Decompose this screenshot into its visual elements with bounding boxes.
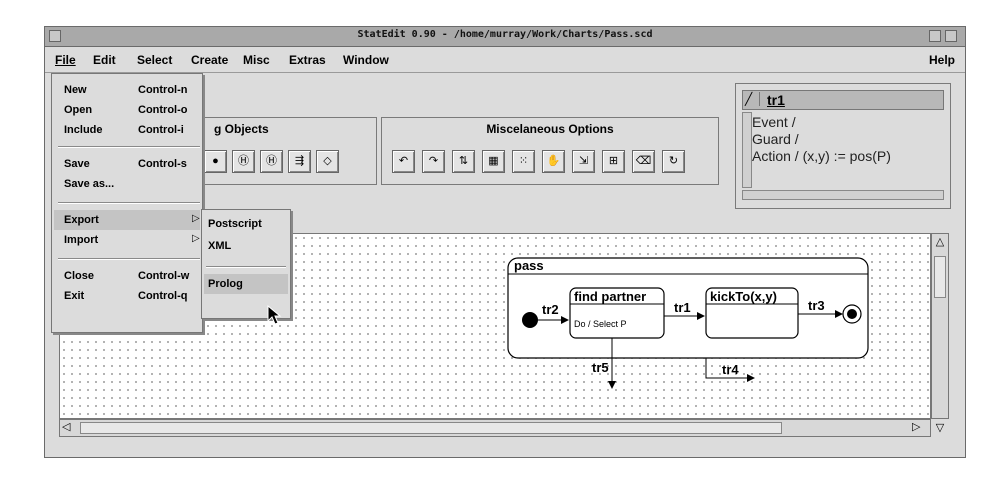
hierarchy-icon[interactable]: ⊞ [602, 150, 625, 173]
undo-icon[interactable]: ↶ [392, 150, 415, 173]
menu-item-import[interactable]: Import [64, 234, 98, 246]
align-icon[interactable]: ⇅ [452, 150, 475, 173]
menu-edit[interactable]: Edit [93, 53, 116, 67]
menu-item-close[interactable]: Close [64, 270, 94, 282]
menu-window[interactable]: Window [343, 53, 389, 67]
props-hscroll[interactable] [742, 190, 944, 200]
submenu-arrow-icon: ▷ [192, 213, 200, 224]
shortcut-close: Control-w [138, 270, 190, 282]
menu-extras[interactable]: Extras [289, 53, 326, 67]
drawing-objects-panel: g Objects ● Ⓗ Ⓗ ⇶ ◇ [175, 117, 377, 185]
fork-join-icon[interactable]: ⇶ [288, 150, 311, 173]
menu-bar: File Edit Select Create Misc Extras Wind… [45, 47, 965, 73]
menu-item-save[interactable]: Save [64, 158, 90, 170]
transition-name-field[interactable]: ╱ tr1 [742, 90, 944, 110]
props-vscroll[interactable] [742, 112, 752, 188]
menu-misc[interactable]: Misc [243, 53, 270, 67]
maximize-button[interactable] [945, 30, 957, 42]
horizontal-scroll-thumb[interactable] [80, 422, 782, 434]
grid-icon[interactable]: ▦ [482, 150, 505, 173]
shortcut-include: Control-i [138, 124, 184, 136]
kickto-label: kickTo(x,y) [710, 289, 777, 304]
submenu-arrow-icon: ▷ [192, 233, 200, 244]
menu-separator [206, 266, 286, 268]
guard-line: Guard / [752, 131, 799, 147]
find-partner-action: Do / Select P [574, 319, 627, 329]
menu-item-open[interactable]: Open [64, 104, 92, 116]
menu-item-save-as[interactable]: Save as... [64, 178, 114, 190]
eraser-icon[interactable]: ⌫ [632, 150, 655, 173]
menu-separator [58, 258, 200, 260]
menu-select[interactable]: Select [137, 53, 172, 67]
file-menu: New Control-n Open Control-o Include Con… [51, 73, 203, 333]
action-line: Action / (x,y) := pos(P) [752, 148, 891, 164]
shortcut-new: Control-n [138, 84, 188, 96]
menu-help[interactable]: Help [929, 53, 955, 67]
vertical-scroll-thumb[interactable] [934, 256, 946, 298]
condition-icon[interactable]: ◇ [316, 150, 339, 173]
shortcut-save: Control-s [138, 158, 187, 170]
menu-file[interactable]: File [55, 53, 76, 67]
hand-icon[interactable]: ✋ [542, 150, 565, 173]
submenu-item-postscript[interactable]: Postscript [208, 218, 262, 230]
event-line: Event / [752, 114, 796, 130]
app-window: StatEdit 0.90 - /home/murray/Work/Charts… [44, 26, 966, 458]
tr4-label: tr4 [722, 362, 739, 377]
menu-item-new[interactable]: New [64, 84, 87, 96]
title-bar[interactable]: StatEdit 0.90 - /home/murray/Work/Charts… [45, 27, 965, 47]
tr1-label: tr1 [674, 300, 691, 315]
tr3-label: tr3 [808, 298, 825, 313]
minimize-button[interactable] [929, 30, 941, 42]
shortcut-open: Control-o [138, 104, 188, 116]
submenu-item-xml[interactable]: XML [208, 240, 231, 252]
grid-dots-icon[interactable]: ⁙ [512, 150, 535, 173]
refresh-icon[interactable]: ↻ [662, 150, 685, 173]
find-partner-label: find partner [574, 289, 646, 304]
superstate-label: pass [514, 258, 544, 273]
misc-options-title: Miscelaneous Options [486, 122, 614, 136]
scroll-right-icon[interactable]: ▷ [912, 420, 920, 433]
scroll-left-icon[interactable]: ◁ [62, 420, 70, 433]
menu-item-export[interactable]: Export [64, 214, 99, 226]
tr5-label: tr5 [592, 360, 609, 375]
window-title: StatEdit 0.90 - /home/murray/Work/Charts… [357, 29, 653, 40]
properties-panel: ╱ tr1 Event / Guard / Action / (x,y) := … [735, 83, 951, 209]
tr2-label: tr2 [542, 302, 559, 317]
deep-history-icon[interactable]: Ⓗ [260, 150, 283, 173]
canvas-vertical-scrollbar[interactable]: △ [931, 233, 949, 419]
scroll-up-icon[interactable]: △ [933, 235, 947, 251]
mouse-cursor-icon [267, 305, 282, 325]
filled-circle-icon[interactable]: ● [204, 150, 227, 173]
transition-name: tr1 [767, 92, 785, 108]
menu-item-exit[interactable]: Exit [64, 290, 84, 302]
shortcut-exit: Control-q [138, 290, 188, 302]
redo-icon[interactable]: ↷ [422, 150, 445, 173]
submenu-item-prolog[interactable]: Prolog [208, 278, 243, 290]
menu-item-include[interactable]: Include [64, 124, 103, 136]
scroll-down-icon[interactable]: ▽ [933, 421, 947, 435]
canvas-horizontal-scrollbar[interactable]: ◁ ▷ [59, 419, 931, 437]
transition-properties-text[interactable]: Event / Guard / Action / (x,y) := pos(P) [752, 114, 891, 165]
initial-state[interactable] [522, 312, 538, 328]
menu-separator [58, 202, 200, 204]
history-icon[interactable]: Ⓗ [232, 150, 255, 173]
menu-create[interactable]: Create [191, 53, 228, 67]
export-submenu: Postscript XML Prolog [201, 209, 291, 319]
menu-separator [58, 146, 200, 148]
transition-arrow-icon: ╱ [745, 92, 760, 106]
misc-options-panel: Miscelaneous Options ↶ ↷ ⇅ ▦ ⁙ ✋ ⇲ ⊞ ⌫ ↻ [381, 117, 719, 185]
transition-icon[interactable]: ⇲ [572, 150, 595, 173]
